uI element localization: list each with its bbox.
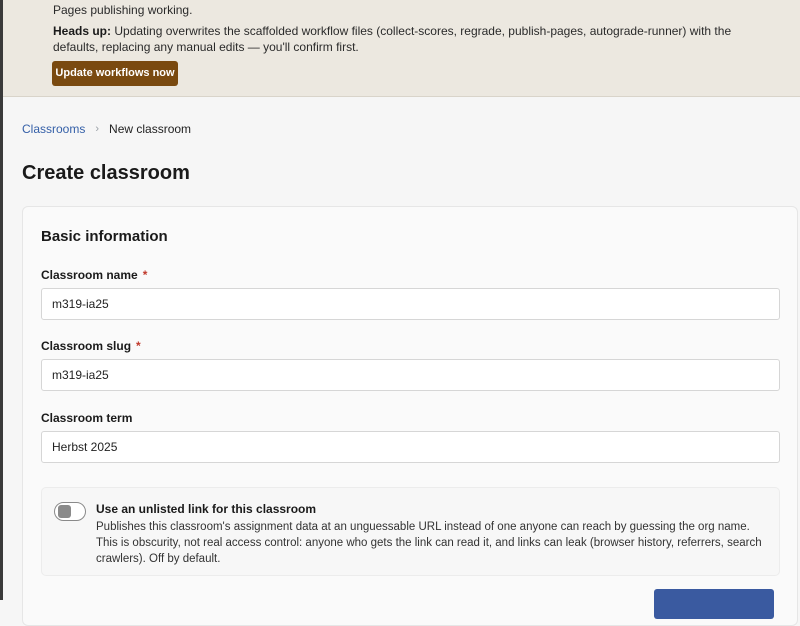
- classroom-term-label: Classroom term: [41, 411, 133, 425]
- classroom-name-label-text: Classroom name: [41, 268, 138, 282]
- breadcrumb-classrooms-link[interactable]: Classrooms: [22, 122, 85, 136]
- classroom-term-input[interactable]: [41, 431, 780, 463]
- classroom-slug-label: Classroom slug *: [41, 339, 141, 353]
- banner-status-text: Pages publishing working.: [53, 3, 193, 17]
- unlisted-link-toggle[interactable]: [54, 502, 86, 521]
- workflow-update-banner: Pages publishing working. Heads up: Upda…: [3, 0, 800, 97]
- toggle-knob: [58, 505, 71, 518]
- section-title: Basic information: [41, 228, 168, 245]
- unlisted-link-title: Use an unlisted link for this classroom: [96, 502, 317, 516]
- update-workflows-button[interactable]: Update workflows now: [52, 61, 178, 86]
- breadcrumb-current: New classroom: [109, 122, 192, 136]
- chevron-right-icon: ›: [95, 123, 100, 135]
- classroom-name-input[interactable]: [41, 288, 780, 320]
- required-marker: *: [142, 268, 148, 282]
- classroom-name-label: Classroom name *: [41, 268, 147, 282]
- required-marker: *: [136, 339, 141, 353]
- breadcrumb: Classrooms › New classroom: [22, 122, 191, 136]
- page-title: Create classroom: [22, 162, 190, 184]
- create-classroom-form: Basic information Classroom name * Classr…: [22, 206, 798, 626]
- heads-up-text: Updating overwrites the scaffolded workf…: [53, 24, 732, 54]
- classroom-slug-label-text: Classroom slug: [41, 339, 132, 353]
- create-classroom-button[interactable]: [654, 589, 774, 619]
- heads-up-label: Heads up:: [53, 24, 112, 38]
- banner-heads-up: Heads up: Updating overwrites the scaffo…: [53, 23, 773, 55]
- unlisted-link-description: Publishes this classroom's assignment da…: [96, 521, 762, 565]
- unlisted-link-option: Use an unlisted link for this classroom …: [41, 487, 780, 576]
- classroom-slug-input[interactable]: [41, 359, 780, 391]
